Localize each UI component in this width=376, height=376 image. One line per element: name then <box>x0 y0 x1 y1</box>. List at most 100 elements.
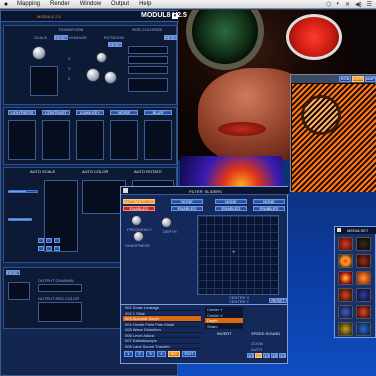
badge-map[interactable]: MAP <box>365 76 376 82</box>
output-reset-button[interactable]: RESET <box>6 270 20 275</box>
rgb-field-4[interactable] <box>128 78 168 92</box>
rotation-reset-button[interactable]: RESET <box>108 42 122 47</box>
zoom-option[interactable]: ZOOM <box>251 341 263 346</box>
volume-icon[interactable]: ◀) <box>355 1 362 8</box>
auto-grid-button-2[interactable] <box>46 238 52 243</box>
filter-state-2[interactable]: ENABLED <box>171 206 203 211</box>
media-thumb-10[interactable] <box>356 305 371 319</box>
auto-scale-label: AUTO SCALE <box>30 169 56 174</box>
filter-state-3[interactable]: ENABLED <box>215 206 247 211</box>
auto-option[interactable]: AUTO <box>251 347 262 352</box>
filter-tab-2[interactable]: NONE <box>215 199 247 204</box>
invert-option[interactable]: INVERT <box>217 331 232 336</box>
output-field-3[interactable] <box>38 302 82 322</box>
xy-crosshair-icon[interactable]: + <box>232 250 236 256</box>
pager-4[interactable]: 4 <box>157 351 166 357</box>
media-thumb-11[interactable] <box>338 322 353 336</box>
luma-key-field[interactable] <box>76 120 104 160</box>
xy-pad[interactable]: + <box>197 215 279 295</box>
list-icon[interactable]: ☰ <box>367 1 372 8</box>
filter-selected-button[interactable]: AUTOMATIC ZOOM <box>123 199 155 204</box>
media-thumb-5[interactable] <box>338 271 353 285</box>
menu-output[interactable]: Output <box>106 1 134 7</box>
sharpness-knob[interactable] <box>133 231 144 242</box>
pager-edit[interactable]: EDIT <box>182 351 196 357</box>
title-dropdown-icon[interactable]: ▾ <box>172 13 178 19</box>
sunglass-lens-left <box>186 10 264 70</box>
speed-1-4[interactable]: 1/4 <box>263 353 270 358</box>
lightness-field[interactable] <box>8 120 36 160</box>
rgb-field-3[interactable] <box>128 66 168 74</box>
speed-1-1[interactable]: 1/1 <box>247 353 254 358</box>
effects-pager: 1 2 3 4 ALL EDIT <box>120 350 200 358</box>
badge-rgb[interactable]: RGB <box>339 76 351 82</box>
badge-layer[interactable]: LAYER <box>352 76 364 82</box>
auto-grid-button-1[interactable] <box>38 238 44 243</box>
media-thumb-7[interactable] <box>338 288 353 302</box>
auto-slider-2[interactable] <box>8 218 32 221</box>
scale-label: SCALE <box>34 35 48 40</box>
menu-help[interactable]: Help <box>134 1 156 7</box>
pager-2[interactable]: 2 <box>135 351 144 357</box>
filter-tab-3[interactable]: NONE <box>253 199 285 204</box>
blur-field[interactable] <box>144 120 172 160</box>
lightness-tab[interactable]: LIGHTNESS <box>8 110 36 115</box>
filter-tab-1[interactable]: NONE <box>171 199 203 204</box>
rgb-reset-button[interactable]: RESET <box>164 35 177 40</box>
auto-grid-button-3[interactable] <box>54 238 60 243</box>
frequency-knob[interactable] <box>131 215 142 226</box>
pager-all[interactable]: ALL <box>168 351 180 357</box>
output-field-2[interactable] <box>38 284 82 292</box>
status-icon-2[interactable]: ◐ <box>336 1 340 8</box>
noise-tab[interactable]: NOISE <box>110 110 138 115</box>
menu-render[interactable]: Render <box>45 1 75 7</box>
pager-3[interactable]: 3 <box>146 351 155 357</box>
status-icon-1[interactable]: ⬡ <box>326 1 331 8</box>
output-field-1[interactable] <box>8 282 30 300</box>
scale-field[interactable] <box>30 66 58 96</box>
rotation-knob-3[interactable] <box>104 71 117 84</box>
param-item-4[interactable]: Sharp <box>205 324 243 329</box>
media-close-icon[interactable] <box>337 228 341 232</box>
transform-header: TRANSFORM <box>58 27 84 32</box>
media-thumb-3[interactable] <box>338 254 353 268</box>
speed-1-8[interactable]: 1/8 <box>271 353 278 358</box>
speed-1-16[interactable]: 1/16 <box>279 353 286 358</box>
contrast-field[interactable] <box>42 120 70 160</box>
speed-sound-option[interactable]: SPEED SOUND <box>251 331 280 336</box>
speed-1-2[interactable]: 1/2 <box>255 353 262 358</box>
media-thumb-2[interactable] <box>356 237 371 251</box>
apple-menu-icon[interactable]: ● <box>0 1 12 8</box>
contrast-tab[interactable]: CONTRAST <box>42 110 70 115</box>
media-thumb-6[interactable] <box>356 271 371 285</box>
noise-field[interactable] <box>110 120 138 160</box>
scale-reset-button[interactable]: RESET <box>54 35 68 40</box>
filter-state-1[interactable]: ENABLED <box>123 206 155 211</box>
rotation-knob-2[interactable] <box>86 68 100 82</box>
media-thumb-12[interactable] <box>356 322 371 336</box>
pager-1[interactable]: 1 <box>124 351 133 357</box>
media-thumb-4[interactable] <box>356 254 371 268</box>
auto-slider-1[interactable] <box>8 190 38 193</box>
luma-key-tab[interactable]: LUMA KEY <box>76 110 104 115</box>
menu-mapping[interactable]: Mapping <box>12 1 45 7</box>
rgb-field-2[interactable] <box>128 56 168 64</box>
menu-window[interactable]: Window <box>75 1 106 7</box>
depth-knob[interactable] <box>161 217 172 228</box>
filter-state-4[interactable]: ENABLED <box>253 206 285 211</box>
filter-close-icon[interactable] <box>123 188 128 193</box>
media-thumb-1[interactable] <box>338 237 353 251</box>
auto-grid-button-6[interactable] <box>54 246 60 251</box>
media-thumb-9[interactable] <box>338 305 353 319</box>
rgb-field-1[interactable] <box>128 46 168 54</box>
status-icon-3[interactable]: ✕ <box>345 1 350 8</box>
blur-tab[interactable]: BLUR <box>144 110 172 115</box>
effect-item-8[interactable]: 008 Lava Sound Transfer <box>123 344 201 349</box>
auto-grid-button-4[interactable] <box>38 246 44 251</box>
media-thumb-8[interactable] <box>356 288 371 302</box>
filter-reset-button[interactable]: RESET <box>269 298 287 303</box>
scale-knob[interactable] <box>32 46 46 60</box>
depth-label: DEPTH <box>163 229 177 234</box>
auto-grid-button-5[interactable] <box>46 246 52 251</box>
rotation-knob-1[interactable] <box>96 52 107 63</box>
